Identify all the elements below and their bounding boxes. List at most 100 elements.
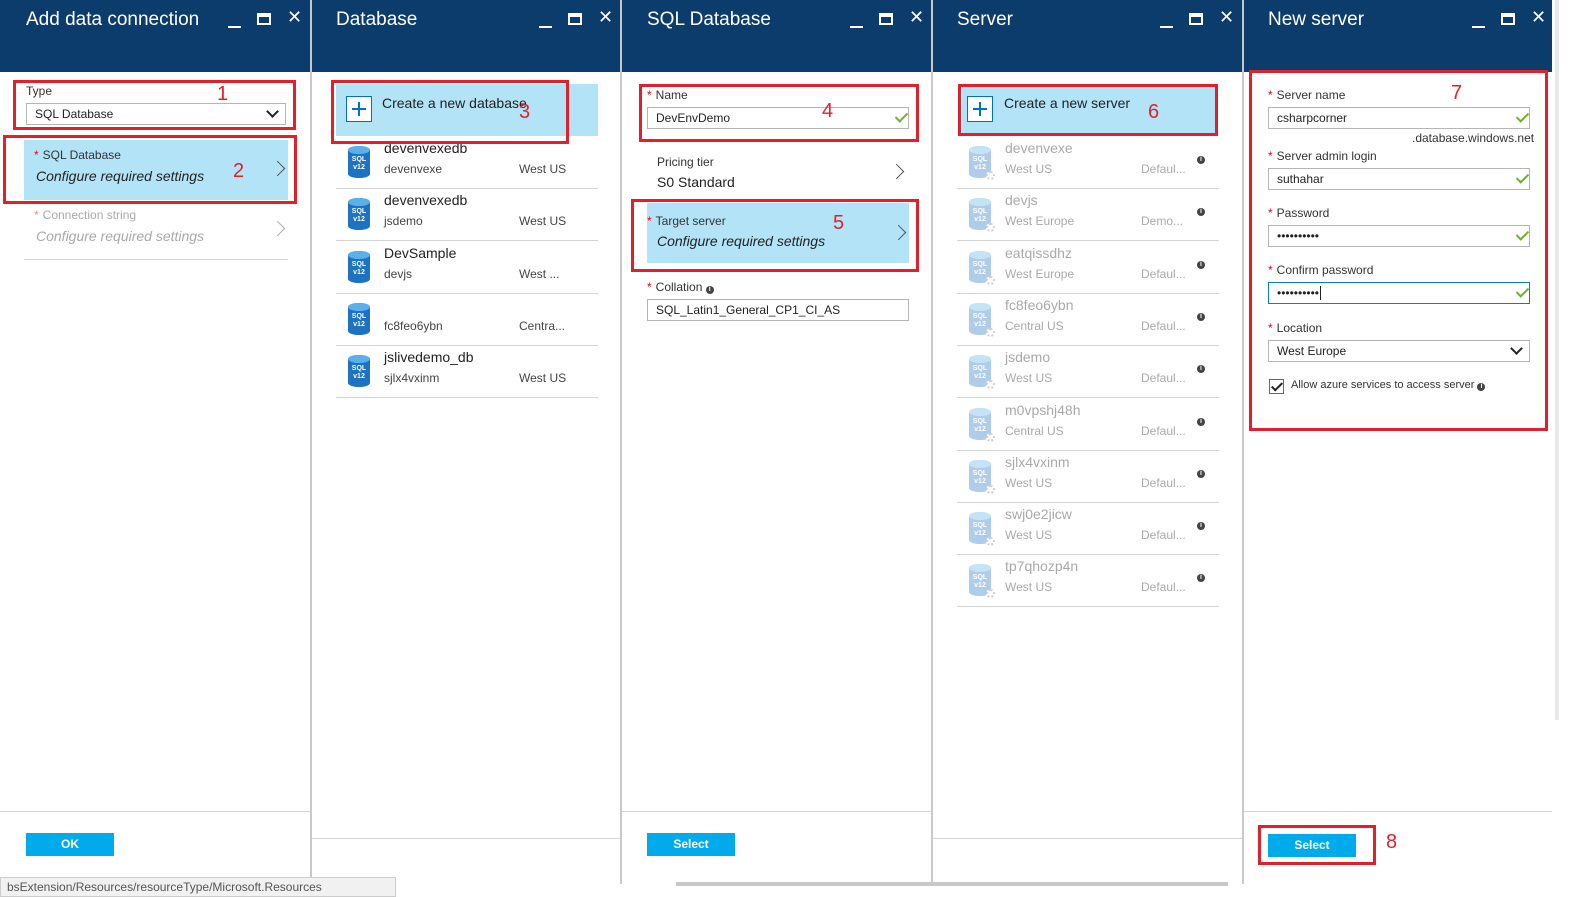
server-list-item[interactable]: SQL v12 m0vpshj48h Central US Defaul... i (957, 399, 1219, 451)
maximize-icon[interactable] (257, 13, 271, 25)
info-icon[interactable]: i (1197, 365, 1205, 374)
server-resource-group: Defaul... (1141, 266, 1186, 281)
close-icon[interactable]: ✕ (287, 8, 302, 26)
info-icon[interactable]: i (1197, 469, 1205, 478)
sql-database-icon: SQL v12 (969, 355, 995, 390)
confirm-password-label: * Confirm password (1268, 263, 1374, 277)
minimize-icon[interactable] (539, 10, 553, 28)
info-icon[interactable]: i (1477, 383, 1486, 391)
server-name: eatqissdhz (1005, 244, 1072, 261)
connection-string-setting[interactable]: * Connection string Configure required se… (24, 200, 288, 260)
minimize-icon[interactable] (1472, 10, 1486, 28)
vertical-scrollbar[interactable] (1555, 0, 1559, 720)
sql-database-icon: SQL v12 (969, 146, 995, 180)
target-server-value: Configure required settings (657, 233, 826, 249)
blade-header: Database ✕ (312, 0, 620, 72)
type-select[interactable]: SQL Database (26, 103, 286, 125)
info-icon[interactable]: i (1197, 156, 1205, 164)
ok-button[interactable]: OK (26, 833, 114, 856)
confirm-password-field[interactable]: •••••••••• (1268, 282, 1530, 304)
horizontal-scrollbar[interactable] (676, 882, 1228, 886)
server-list-item[interactable]: SQL v12 devenvexe West US Defaul... i (957, 137, 1219, 189)
server-list-item[interactable]: SQL v12 jsdemo West US Defaul... i (957, 346, 1219, 399)
close-icon[interactable]: ✕ (598, 8, 613, 26)
database-server: fc8feo6ybn (384, 318, 443, 333)
server-location: Central US (1005, 423, 1064, 438)
select-button[interactable]: Select (647, 833, 735, 856)
allow-azure-services-checkbox[interactable] (1269, 379, 1284, 394)
sql-database-icon: SQL v12 (348, 146, 370, 178)
info-icon[interactable]: i (1197, 522, 1205, 531)
gear-icon (986, 589, 995, 599)
location-select[interactable]: West Europe (1268, 340, 1530, 362)
valid-check-icon (1515, 284, 1530, 298)
name-field[interactable]: DevEnvDemo (647, 107, 909, 129)
gear-icon (986, 484, 995, 494)
minimize-icon[interactable] (850, 10, 864, 28)
blade-server: Server ✕ Create a new server SQL v12 deve… (933, 0, 1244, 884)
blade-header: Add data connection ✕ (0, 0, 310, 72)
pricing-tier-label: Pricing tier (657, 155, 714, 169)
server-list-item[interactable]: SQL v12 tp7qhozp4n West US Defaul... i (957, 555, 1219, 608)
sql-database-value: Configure required settings (36, 168, 205, 184)
blade-header: SQL Database ✕ (622, 0, 931, 72)
info-icon[interactable]: i (1197, 574, 1205, 583)
collation-field[interactable]: SQL_Latin1_General_CP1_CI_AS (647, 299, 909, 321)
minimize-icon[interactable] (228, 10, 242, 28)
server-list-item[interactable]: SQL v12 fc8feo6ybn Central US Defaul... i (957, 294, 1219, 346)
target-server-setting[interactable]: * Target server Configure required settin… (647, 203, 909, 263)
info-icon[interactable]: i (1197, 312, 1205, 321)
close-icon[interactable]: ✕ (909, 8, 924, 26)
close-icon[interactable]: ✕ (1219, 8, 1234, 26)
minimize-icon[interactable] (1160, 10, 1174, 28)
info-icon[interactable]: i (1197, 208, 1205, 217)
database-list-item[interactable]: SQL v12 DevSample devjs West ... (336, 242, 598, 294)
server-list-item[interactable]: SQL v12 sjlx4vxinm West US Defaul... i (957, 451, 1219, 503)
sql-database-setting[interactable]: * SQL Database Configure required setting… (24, 140, 288, 200)
database-list-item[interactable]: SQL v12 devenvexedb jsdemo West US (336, 189, 598, 242)
chevron-down-icon (266, 105, 279, 118)
annotation-number-3: 3 (519, 101, 531, 123)
server-name-field[interactable]: csharpcorner (1268, 107, 1530, 129)
required-marker: * (1268, 149, 1273, 163)
database-list-item[interactable]: SQL v12 jslivedemo_db sjlx4vxinm West US (336, 346, 598, 399)
server-list-item[interactable]: SQL v12 devjs West Europe Demo... i (957, 189, 1219, 242)
close-icon[interactable]: ✕ (1531, 8, 1546, 26)
server-name: fc8feo6ybn (1005, 296, 1074, 313)
database-list-item[interactable]: SQL v12 devenvexedb devenvexe West US (336, 137, 598, 189)
server-name: sjlx4vxinm (1005, 453, 1070, 470)
sql-icon-text: SQL v12 (972, 522, 988, 538)
maximize-icon[interactable] (568, 13, 582, 25)
server-location: West US (1005, 475, 1053, 490)
maximize-icon[interactable] (1501, 13, 1515, 25)
blade-new-server: New server ✕ * Server name csharpcorner .… (1244, 0, 1554, 884)
create-new-database-button[interactable]: Create a new database (336, 84, 598, 136)
server-list-item[interactable]: SQL v12 eatqissdhz West Europe Defaul... i (957, 242, 1219, 294)
plus-icon (346, 96, 372, 122)
maximize-icon[interactable] (879, 13, 893, 25)
info-icon[interactable]: i (705, 286, 714, 294)
info-icon[interactable]: i (1197, 260, 1205, 269)
blade-title: Server (957, 9, 1013, 30)
sql-database-icon: SQL v12 (969, 198, 995, 233)
database-list-item[interactable]: SQL v12 fc8feo6ybn Centra... (336, 294, 598, 346)
server-location: West US (1005, 162, 1053, 176)
password-field[interactable]: •••••••••• (1268, 225, 1530, 247)
admin-login-value: suthahar (1277, 172, 1324, 186)
select-button[interactable]: Select (1268, 834, 1356, 857)
admin-login-field[interactable]: suthahar (1268, 168, 1530, 190)
maximize-icon[interactable] (1189, 13, 1203, 25)
server-location: West Europe (1005, 266, 1075, 281)
info-icon[interactable]: i (1197, 417, 1205, 426)
sql-database-icon: SQL v12 (348, 302, 370, 335)
connection-string-label: Connection string (42, 208, 137, 222)
pricing-tier-setting[interactable]: Pricing tier S0 Standard (647, 146, 909, 198)
valid-check-icon (1515, 109, 1530, 123)
create-new-server-button[interactable]: Create a new server (962, 84, 1218, 136)
required-marker: * (1268, 88, 1273, 102)
server-name: swj0e2jicw (1005, 506, 1072, 523)
server-list-item[interactable]: SQL v12 swj0e2jicw West US Defaul... i (957, 503, 1219, 556)
gear-icon (986, 380, 995, 390)
gear-icon (986, 171, 995, 180)
sql-database-icon: SQL v12 (348, 198, 370, 231)
